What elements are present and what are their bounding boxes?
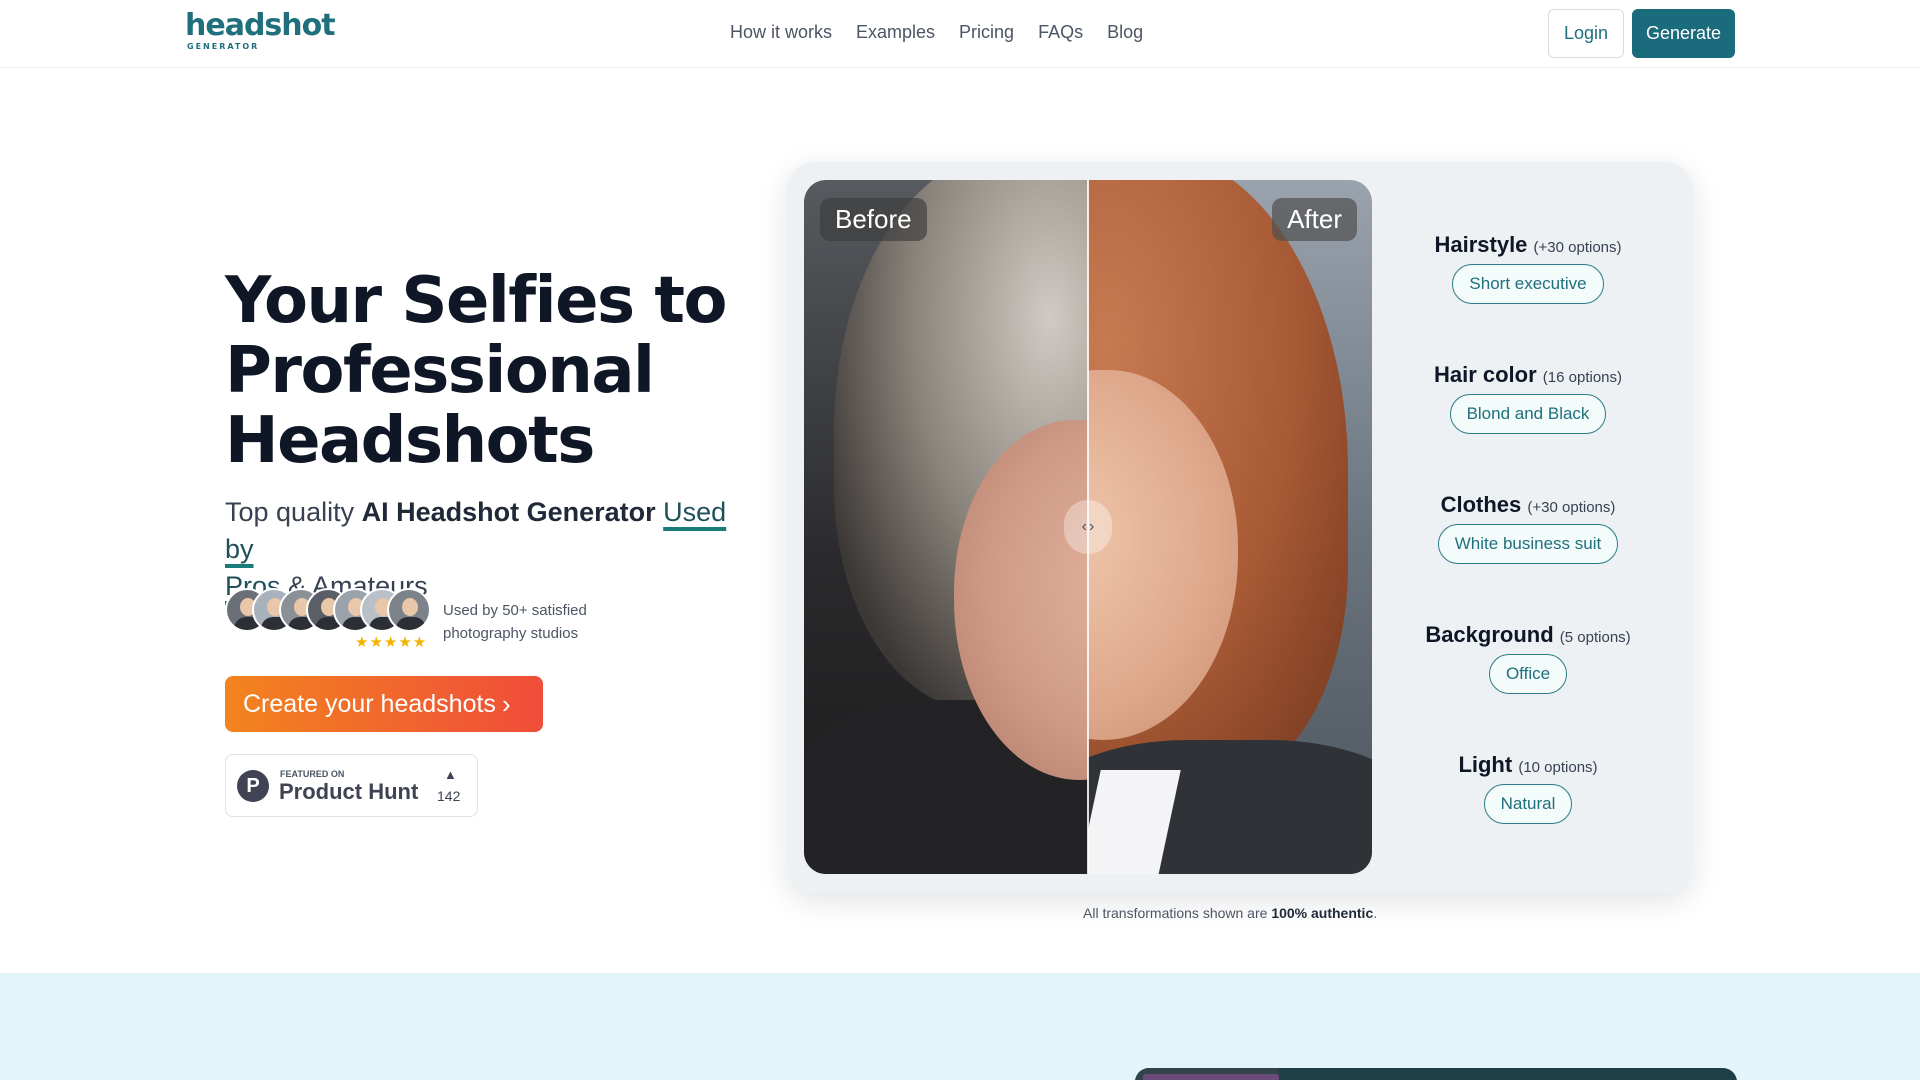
option-title: Hair color xyxy=(1433,362,1537,387)
option-value-pill[interactable]: White business suit xyxy=(1437,524,1619,564)
create-headshots-button[interactable]: Create your headshots › xyxy=(225,676,543,732)
login-button[interactable]: Login xyxy=(1548,9,1624,58)
rating-stars: ★★★★★ xyxy=(355,634,428,651)
nav-item-blog[interactable]: Blog xyxy=(1107,22,1143,43)
chevron-left-icon: ‹ xyxy=(1081,518,1087,535)
hero-title: Your Selfies to Professional Headshots xyxy=(225,266,745,476)
option-background: Background (5 options) Office xyxy=(1398,622,1658,694)
product-hunt-featured-text: FEATURED ON xyxy=(280,769,345,779)
option-title: Hairstyle xyxy=(1434,232,1528,257)
main-nav: How it works Examples Pricing FAQs Blog xyxy=(730,22,1143,43)
authenticity-caption: All transformations shown are 100% authe… xyxy=(1083,905,1378,921)
before-image xyxy=(804,180,1088,874)
dashboard-preview xyxy=(1135,1068,1737,1080)
option-title: Clothes xyxy=(1440,492,1522,517)
option-light: Light (10 options) Natural xyxy=(1398,752,1658,824)
next-section-band xyxy=(0,973,1920,1080)
before-label: Before xyxy=(820,198,927,241)
avatar xyxy=(387,588,431,632)
hero-title-line-2: Professional xyxy=(225,334,655,408)
option-count: (16 options) xyxy=(1542,369,1623,386)
chevron-right-icon: › xyxy=(501,688,511,719)
option-value-pill[interactable]: Natural xyxy=(1483,784,1573,824)
hero-subtitle-pre: Top quality xyxy=(225,497,362,527)
nav-item-examples[interactable]: Examples xyxy=(856,22,935,43)
nav-item-pricing[interactable]: Pricing xyxy=(959,22,1014,43)
after-image xyxy=(1088,180,1372,874)
option-title: Light xyxy=(1458,752,1513,777)
option-title: Background xyxy=(1425,622,1554,647)
brand-logo[interactable]: headshot GENERATOR xyxy=(185,8,336,52)
social-proof-text: Used by 50+ satisfied photography studio… xyxy=(443,602,587,642)
generate-button[interactable]: Generate xyxy=(1632,9,1735,58)
option-count: (5 options) xyxy=(1559,629,1631,646)
slider-handle[interactable]: ‹ › xyxy=(1064,500,1112,554)
product-hunt-name: Product Hunt xyxy=(279,779,419,804)
cta-label: Create your headshots xyxy=(243,689,496,718)
product-hunt-logo-icon: P xyxy=(237,770,269,802)
option-hair-color: Hair color (16 options) Blond and Black xyxy=(1398,362,1658,434)
nav-item-faqs[interactable]: FAQs xyxy=(1038,22,1083,43)
option-clothes: Clothes (+30 options) White business sui… xyxy=(1398,492,1658,564)
after-label: After xyxy=(1272,198,1357,241)
option-value-pill[interactable]: Blond and Black xyxy=(1449,394,1607,434)
option-count: (+30 options) xyxy=(1527,499,1616,516)
option-count: (10 options) xyxy=(1518,759,1598,776)
caption-strong: 100% authentic xyxy=(1271,905,1374,921)
customer-avatars xyxy=(225,588,431,632)
product-hunt-badge[interactable]: P FEATURED ON Product Hunt ▲ 142 xyxy=(225,754,478,817)
brand-name: headshot xyxy=(185,8,336,43)
upvote-count: 142 xyxy=(437,788,461,804)
chevron-right-icon: › xyxy=(1089,518,1095,535)
hero-subtitle-strong: AI Headshot Generator xyxy=(361,497,656,527)
hero-title-line-1: Your Selfies to xyxy=(225,264,727,338)
option-count: (+30 options) xyxy=(1533,239,1622,256)
upvote-arrow-icon: ▲ xyxy=(444,767,457,782)
brand-tagline: GENERATOR xyxy=(187,42,260,51)
option-value-pill[interactable]: Office xyxy=(1488,654,1568,694)
site-header: headshot GENERATOR How it works Examples… xyxy=(0,0,1920,68)
hero-title-line-3: Headshots xyxy=(225,404,595,478)
option-value-pill[interactable]: Short executive xyxy=(1452,264,1604,304)
before-after-slider[interactable]: ‹ › Before After xyxy=(804,180,1372,874)
option-hairstyle: Hairstyle (+30 options) Short executive xyxy=(1398,232,1658,304)
nav-item-how-it-works[interactable]: How it works xyxy=(730,22,832,43)
